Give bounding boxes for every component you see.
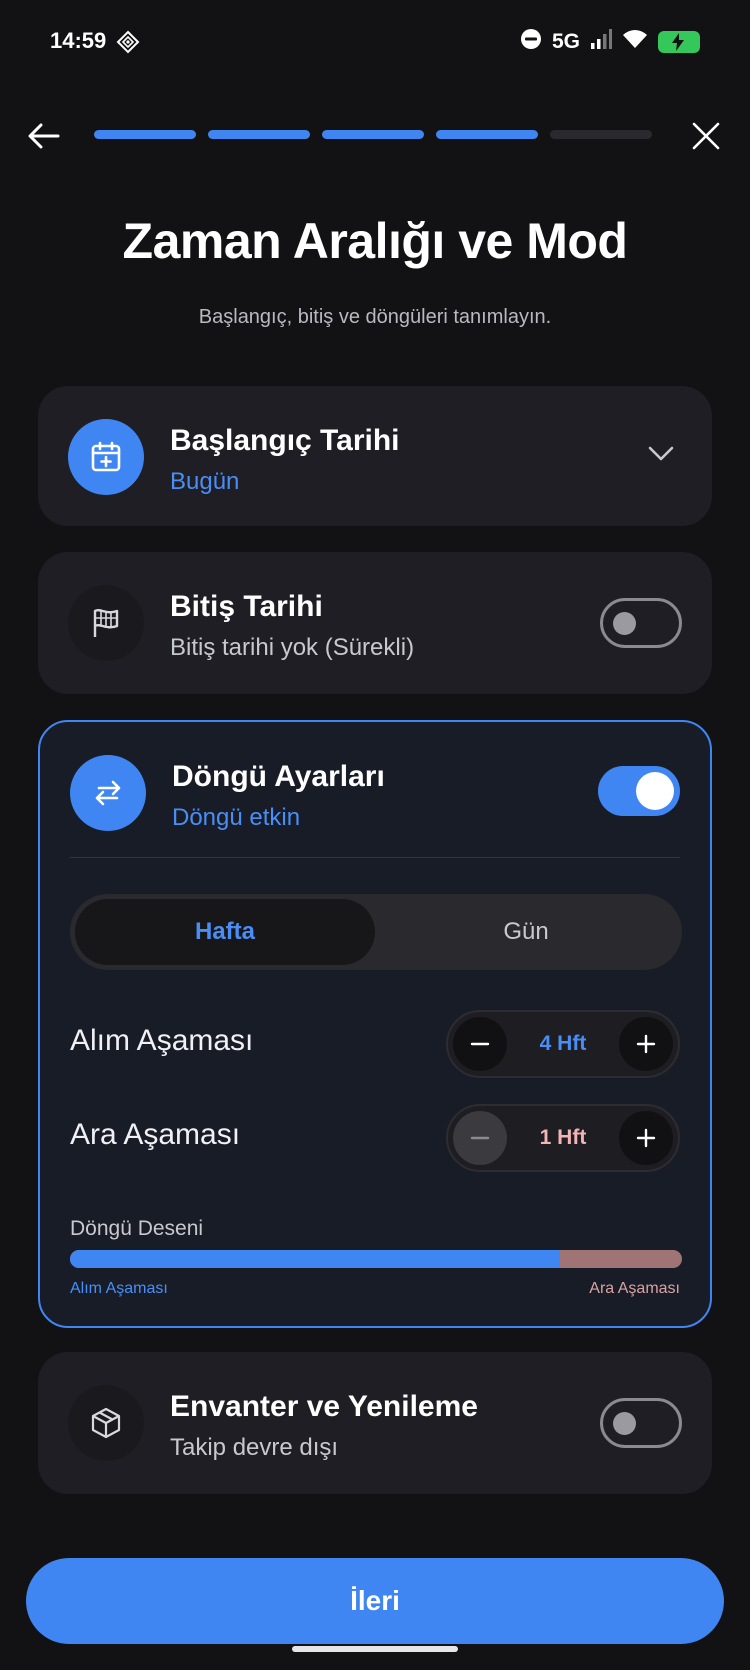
cycle-pattern-bar: [70, 1250, 682, 1268]
close-button[interactable]: [688, 118, 724, 154]
box-icon: [91, 1407, 121, 1439]
intake-increment-button[interactable]: [619, 1017, 673, 1071]
end-date-value: Bitiş tarihi yok (Sürekli): [170, 634, 415, 661]
cycle-unit-segmented-control: Hafta Gün: [70, 894, 682, 970]
battery-charging-icon: [658, 30, 700, 53]
cycle-icon-circle: [70, 755, 146, 831]
pattern-legend-break: Ara Aşaması: [589, 1280, 680, 1297]
diamond-grid-icon: [116, 30, 140, 54]
status-right-group: 5G: [520, 28, 700, 55]
inventory-icon-circle: [68, 1385, 144, 1461]
progress-segment: [94, 130, 196, 139]
status-time: 14:59: [50, 28, 107, 53]
cycle-toggle[interactable]: [598, 766, 680, 816]
intake-phase-stepper: 4 Hft: [446, 1010, 680, 1078]
break-phase-label: Ara Aşaması: [70, 1118, 241, 1151]
inventory-status: Takip devre dışı: [170, 1434, 339, 1461]
step-progress: [94, 130, 652, 139]
status-bar: 14:59 5G: [0, 0, 750, 86]
intake-phase-segment: [70, 1250, 560, 1268]
flag-icon: [93, 609, 119, 637]
break-phase-value: 1 Hft: [539, 1126, 587, 1149]
arrow-left-icon: [28, 123, 60, 149]
break-increment-button[interactable]: [619, 1111, 673, 1165]
back-button[interactable]: [26, 118, 62, 154]
toggle-knob: [636, 772, 674, 810]
end-date-title: Bitiş Tarihi: [170, 590, 323, 623]
page-title: Zaman Aralığı ve Mod: [122, 213, 628, 269]
divider: [70, 857, 680, 858]
break-phase-stepper: 1 Hft: [446, 1104, 680, 1172]
progress-segment: [436, 130, 538, 139]
plus-icon: [636, 1034, 656, 1054]
inventory-toggle[interactable]: [600, 1398, 682, 1448]
wizard-nav: [0, 110, 750, 160]
inventory-title: Envanter ve Yenileme: [170, 1390, 478, 1423]
home-indicator: [292, 1646, 458, 1652]
chevron-down-icon[interactable]: [646, 438, 676, 468]
do-not-disturb-icon: [520, 28, 542, 55]
minus-icon: [470, 1136, 490, 1140]
page-subtitle: Başlangıç, bitiş ve döngüleri tanımlayın…: [198, 306, 552, 328]
cycle-title: Döngü Ayarları: [172, 760, 385, 793]
next-button[interactable]: İleri: [26, 1558, 724, 1644]
unit-option-day[interactable]: Gün: [376, 899, 676, 965]
minus-icon: [470, 1042, 490, 1046]
start-date-value: Bugün: [170, 468, 240, 495]
swap-arrows-icon: [95, 780, 121, 806]
cycle-settings-card: Döngü Ayarları Döngü etkin Hafta Gün Alı…: [38, 720, 712, 1328]
break-decrement-button[interactable]: [453, 1111, 507, 1165]
intake-decrement-button[interactable]: [453, 1017, 507, 1071]
signal-icon: [590, 29, 612, 54]
cycle-status: Döngü etkin: [172, 804, 301, 831]
start-date-title: Başlangıç Tarihi: [170, 424, 400, 457]
close-icon: [692, 122, 720, 150]
progress-segment: [550, 130, 652, 139]
start-date-icon-circle: [68, 419, 144, 495]
end-date-toggle[interactable]: [600, 598, 682, 648]
toggle-knob: [613, 1412, 636, 1435]
pattern-legend-intake: Alım Aşaması: [70, 1280, 168, 1297]
intake-phase-label: Alım Aşaması: [70, 1024, 254, 1057]
progress-segment: [208, 130, 310, 139]
cycle-pattern-label: Döngü Deseni: [70, 1217, 204, 1240]
plus-icon: [636, 1128, 656, 1148]
calendar-add-icon: [91, 441, 121, 472]
toggle-knob: [613, 612, 636, 635]
end-date-card: Bitiş Tarihi Bitiş tarihi yok (Sürekli): [38, 552, 712, 694]
start-date-card[interactable]: Başlangıç Tarihi Bugün: [38, 386, 712, 526]
progress-segment: [322, 130, 424, 139]
end-date-icon-circle: [68, 585, 144, 661]
inventory-card: Envanter ve Yenileme Takip devre dışı: [38, 1352, 712, 1494]
unit-option-week[interactable]: Hafta: [75, 899, 375, 965]
wifi-icon: [622, 29, 648, 54]
intake-phase-value: 4 Hft: [539, 1032, 587, 1055]
network-type: 5G: [551, 29, 580, 53]
